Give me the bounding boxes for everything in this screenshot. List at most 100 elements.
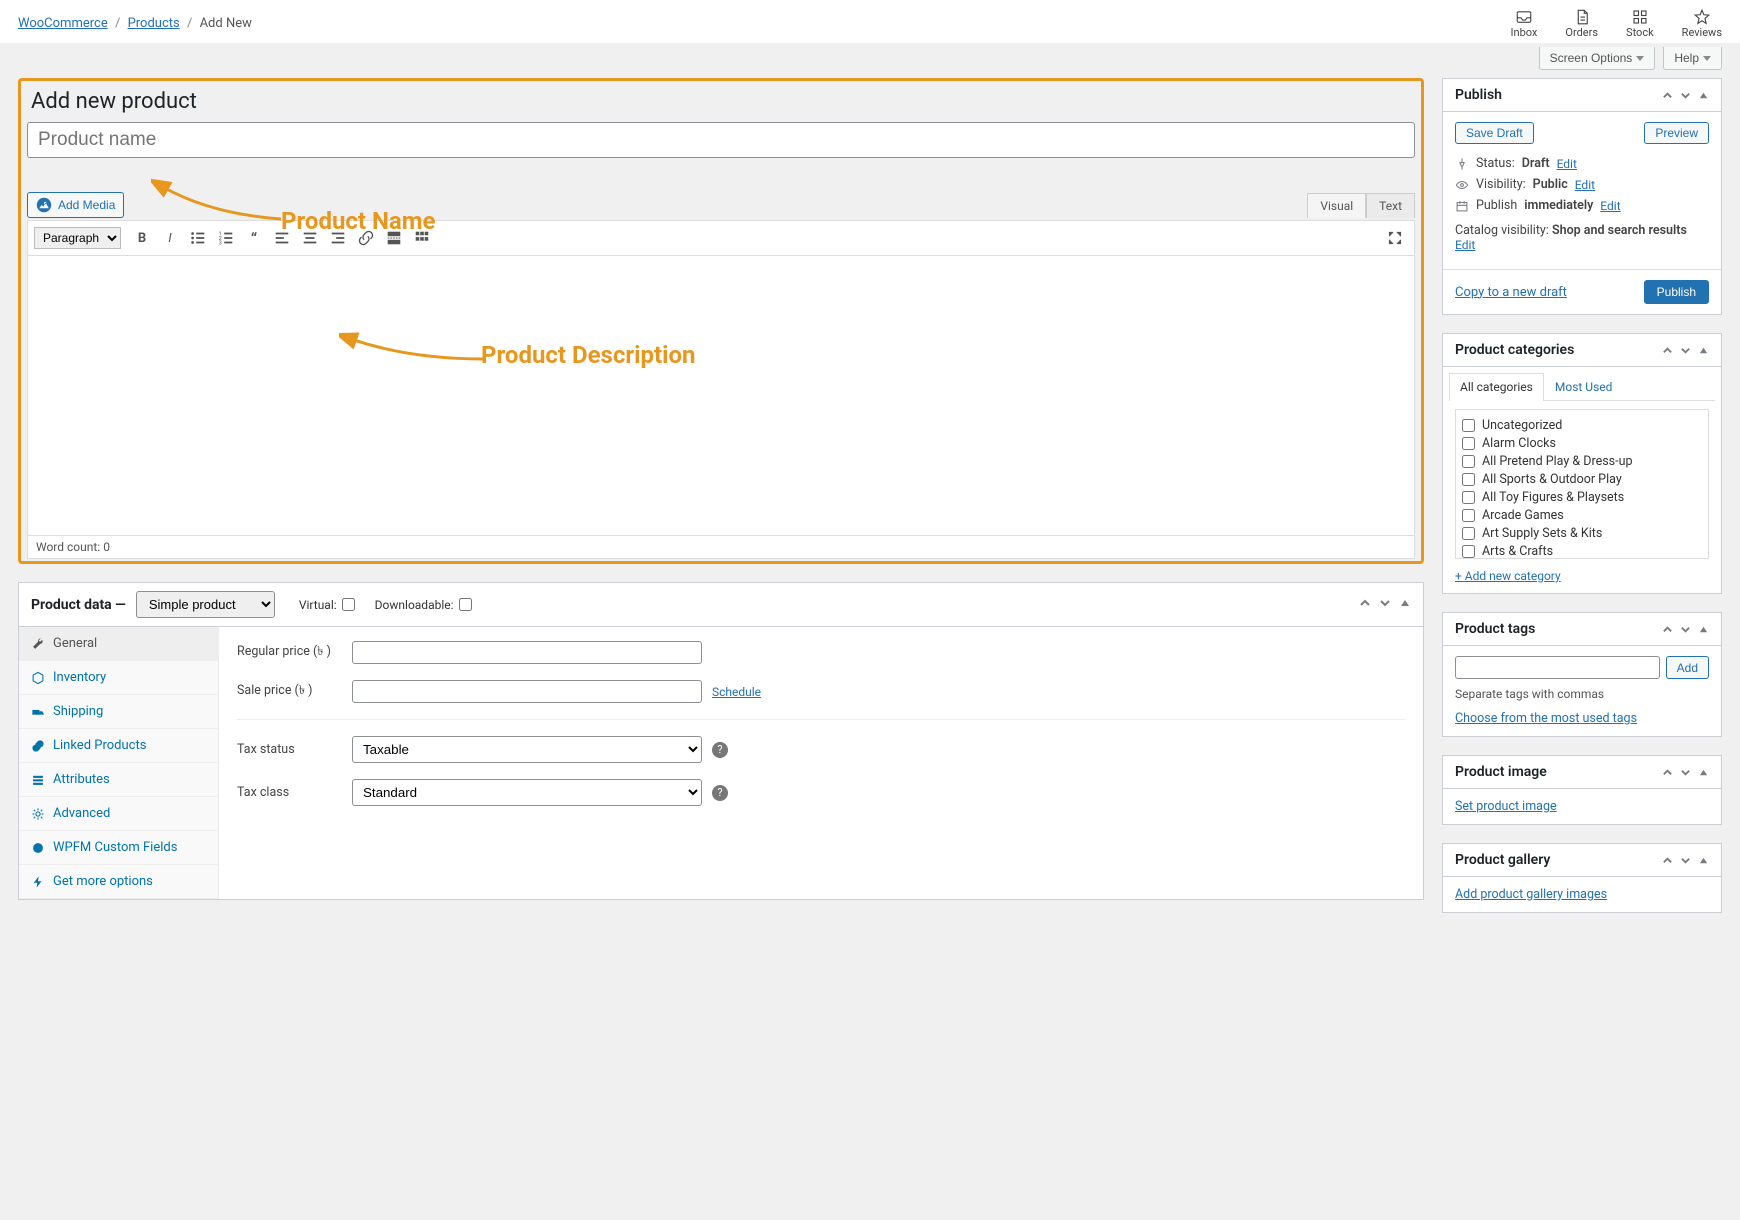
category-item[interactable]: Arcade Games bbox=[1462, 506, 1702, 524]
link-icon bbox=[31, 739, 45, 753]
chevron-down-icon[interactable] bbox=[1680, 767, 1691, 778]
category-checkbox[interactable] bbox=[1462, 455, 1475, 468]
chevron-down-icon[interactable] bbox=[1680, 855, 1691, 866]
pd-tab-inventory[interactable]: Inventory bbox=[19, 661, 218, 695]
preview-button[interactable]: Preview bbox=[1644, 122, 1709, 144]
reviews-button[interactable]: Reviews bbox=[1682, 8, 1722, 39]
virtual-checkbox[interactable] bbox=[342, 598, 355, 611]
edit-status-link[interactable]: Edit bbox=[1557, 157, 1577, 171]
category-checkbox[interactable] bbox=[1462, 545, 1475, 558]
panel-up-button[interactable] bbox=[1359, 597, 1371, 613]
ol-button[interactable]: 123 bbox=[213, 225, 239, 251]
tags-input[interactable] bbox=[1455, 656, 1660, 679]
tab-most-used[interactable]: Most Used bbox=[1544, 373, 1624, 400]
category-item[interactable]: Art Supply Sets & Kits bbox=[1462, 524, 1702, 542]
chevron-down-icon[interactable] bbox=[1680, 345, 1691, 356]
save-draft-button[interactable]: Save Draft bbox=[1455, 122, 1534, 144]
regular-price-input[interactable] bbox=[352, 641, 702, 664]
breadcrumb-parent[interactable]: Products bbox=[128, 16, 180, 31]
edit-visibility-link[interactable]: Edit bbox=[1575, 178, 1595, 192]
panel-down-button[interactable] bbox=[1379, 597, 1391, 613]
add-media-button[interactable]: Add Media bbox=[27, 192, 124, 218]
chevron-up-icon[interactable] bbox=[1662, 855, 1673, 866]
svg-text:3: 3 bbox=[219, 240, 222, 246]
align-right-button[interactable] bbox=[325, 225, 351, 251]
pd-tab-shipping[interactable]: Shipping bbox=[19, 695, 218, 729]
chevron-down-icon[interactable] bbox=[1680, 90, 1691, 101]
pd-tab-wpfm[interactable]: WPFM Custom Fields bbox=[19, 831, 218, 865]
category-item[interactable]: All Sports & Outdoor Play bbox=[1462, 470, 1702, 488]
category-list[interactable]: UncategorizedAlarm ClocksAll Pretend Pla… bbox=[1455, 409, 1709, 559]
pd-tab-general[interactable]: General bbox=[19, 627, 218, 661]
category-checkbox[interactable] bbox=[1462, 527, 1475, 540]
category-item[interactable]: All Pretend Play & Dress-up bbox=[1462, 452, 1702, 470]
tab-text[interactable]: Text bbox=[1366, 193, 1415, 218]
italic-button[interactable]: I bbox=[157, 225, 183, 251]
set-product-image-link[interactable]: Set product image bbox=[1455, 799, 1557, 814]
fullscreen-button[interactable] bbox=[1382, 225, 1408, 251]
category-item[interactable]: All Toy Figures & Playsets bbox=[1462, 488, 1702, 506]
chevron-up-icon[interactable] bbox=[1662, 90, 1673, 101]
tax-class-select[interactable]: Standard bbox=[352, 779, 702, 806]
chevron-down-icon[interactable] bbox=[1680, 624, 1691, 635]
chevron-up-icon[interactable] bbox=[1662, 345, 1673, 356]
help-icon[interactable]: ? bbox=[712, 785, 728, 801]
category-checkbox[interactable] bbox=[1462, 473, 1475, 486]
publish-button[interactable]: Publish bbox=[1644, 280, 1709, 304]
chevron-up-icon[interactable] bbox=[1662, 624, 1673, 635]
help-button[interactable]: Help bbox=[1663, 47, 1722, 70]
category-item[interactable]: Uncategorized bbox=[1462, 416, 1702, 434]
stock-button[interactable]: Stock bbox=[1626, 8, 1654, 39]
triangle-up-icon[interactable] bbox=[1698, 345, 1709, 356]
bold-button[interactable]: B bbox=[129, 225, 155, 251]
edit-schedule-link[interactable]: Edit bbox=[1600, 199, 1620, 213]
align-center-button[interactable] bbox=[297, 225, 323, 251]
copy-draft-link[interactable]: Copy to a new draft bbox=[1455, 285, 1567, 300]
downloadable-checkbox[interactable] bbox=[459, 598, 472, 611]
choose-tags-link[interactable]: Choose from the most used tags bbox=[1455, 711, 1637, 726]
tab-all-categories[interactable]: All categories bbox=[1449, 373, 1544, 401]
triangle-up-icon[interactable] bbox=[1698, 90, 1709, 101]
align-left-icon bbox=[273, 229, 291, 247]
link-button[interactable] bbox=[353, 225, 379, 251]
triangle-up-icon[interactable] bbox=[1698, 855, 1709, 866]
product-name-input[interactable] bbox=[27, 122, 1415, 158]
format-select[interactable]: Paragraph bbox=[34, 227, 121, 249]
readmore-button[interactable] bbox=[381, 225, 407, 251]
product-type-select[interactable]: Simple product bbox=[136, 591, 275, 618]
regular-price-label: Regular price (৳ ) bbox=[237, 643, 352, 663]
toolbar-toggle-button[interactable] bbox=[409, 225, 435, 251]
ul-button[interactable] bbox=[185, 225, 211, 251]
category-item[interactable]: Arts & Crafts bbox=[1462, 542, 1702, 559]
panel-toggle-button[interactable] bbox=[1399, 597, 1411, 613]
edit-catalog-visibility-link[interactable]: Edit bbox=[1455, 238, 1475, 252]
screen-options-button[interactable]: Screen Options bbox=[1539, 47, 1656, 70]
add-category-link[interactable]: + Add new category bbox=[1455, 569, 1709, 583]
chevron-up-icon[interactable] bbox=[1662, 767, 1673, 778]
quote-button[interactable]: “ bbox=[241, 225, 267, 251]
add-tag-button[interactable]: Add bbox=[1666, 656, 1709, 679]
breadcrumb-root[interactable]: WooCommerce bbox=[18, 16, 108, 31]
inbox-button[interactable]: Inbox bbox=[1511, 8, 1538, 39]
category-item[interactable]: Alarm Clocks bbox=[1462, 434, 1702, 452]
editor-toolbar: Paragraph B I 123 “ bbox=[27, 220, 1415, 256]
tax-status-select[interactable]: Taxable bbox=[352, 736, 702, 763]
tab-visual[interactable]: Visual bbox=[1307, 193, 1366, 218]
pd-tab-more[interactable]: Get more options bbox=[19, 865, 218, 899]
schedule-link[interactable]: Schedule bbox=[712, 685, 761, 699]
triangle-up-icon[interactable] bbox=[1698, 624, 1709, 635]
editor-content[interactable] bbox=[27, 256, 1415, 536]
help-icon[interactable]: ? bbox=[712, 742, 728, 758]
category-checkbox[interactable] bbox=[1462, 509, 1475, 522]
align-left-button[interactable] bbox=[269, 225, 295, 251]
category-checkbox[interactable] bbox=[1462, 419, 1475, 432]
category-checkbox[interactable] bbox=[1462, 437, 1475, 450]
sale-price-input[interactable] bbox=[352, 680, 702, 703]
orders-button[interactable]: Orders bbox=[1565, 8, 1598, 39]
pd-tab-linked[interactable]: Linked Products bbox=[19, 729, 218, 763]
pd-tab-advanced[interactable]: Advanced bbox=[19, 797, 218, 831]
pd-tab-attributes[interactable]: Attributes bbox=[19, 763, 218, 797]
category-checkbox[interactable] bbox=[1462, 491, 1475, 504]
triangle-up-icon[interactable] bbox=[1698, 767, 1709, 778]
add-gallery-link[interactable]: Add product gallery images bbox=[1455, 887, 1607, 902]
